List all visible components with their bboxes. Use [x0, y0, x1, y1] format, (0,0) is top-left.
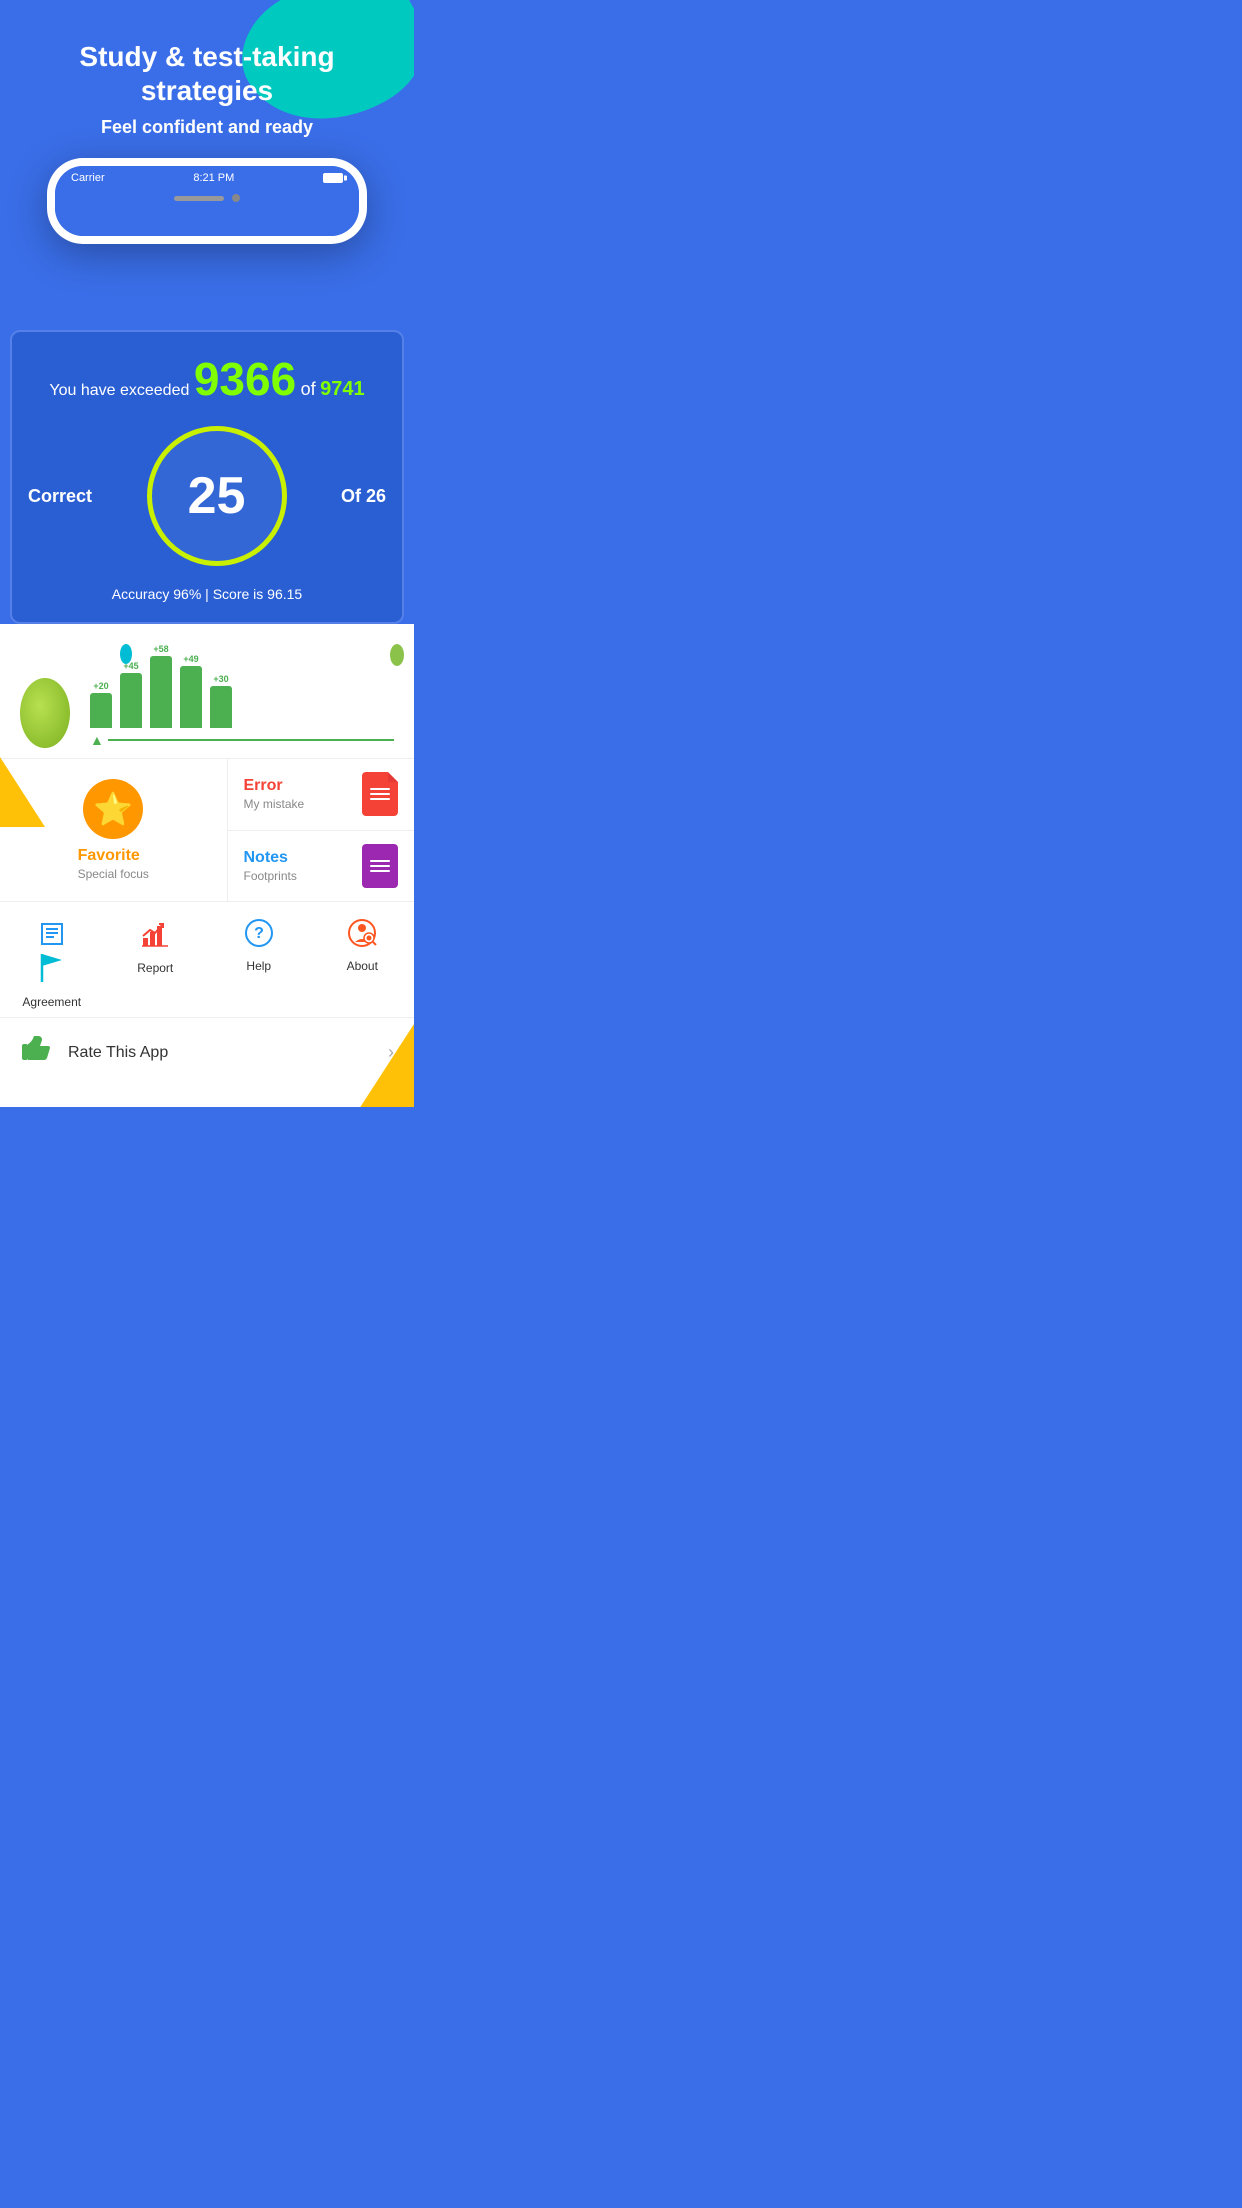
nav-label-help: Help [246, 959, 271, 973]
error-doc-lines [370, 788, 390, 800]
accuracy-text: Accuracy 96% | Score is 96.15 [28, 586, 386, 602]
doc-line-2 [370, 793, 390, 795]
agreement-icon [36, 918, 68, 950]
nav-label-about: About [347, 959, 378, 973]
error-label: Error [244, 777, 305, 795]
time-label: 8:21 PM [193, 172, 234, 184]
nav-item-agreement[interactable]: Agreement [0, 918, 104, 1009]
correct-label: Correct [28, 486, 92, 507]
feature-right-column: Error My mistake Notes [228, 759, 415, 901]
error-feature[interactable]: Error My mistake [228, 759, 415, 831]
score-value: 25 [188, 466, 246, 526]
green-dot-right [390, 644, 404, 666]
notes-feature[interactable]: Notes Footprints [228, 831, 415, 902]
bar-label-3: +58 [153, 644, 168, 654]
of-label: of [301, 379, 316, 399]
bar-item-2: +45 [120, 661, 142, 728]
rate-app-label: Rate This App [68, 1044, 372, 1062]
total-number: 9741 [320, 378, 365, 400]
star-symbol: ⭐ [93, 790, 133, 828]
bar-5 [210, 686, 232, 728]
bar-item-3: +58 [150, 644, 172, 728]
thumbs-up-icon [20, 1034, 52, 1071]
carrier-label: Carrier [71, 172, 105, 184]
notes-text-container: Notes Footprints [244, 849, 297, 883]
notes-doc-icon [362, 844, 398, 888]
exceeded-number: 9366 [194, 353, 296, 405]
of-total-label: Of 26 [341, 486, 386, 507]
yellow-triangle-right [359, 1024, 414, 1107]
bar-label-5: +30 [213, 674, 228, 684]
bar-label-1: +20 [93, 681, 108, 691]
oval-decoration [20, 678, 70, 748]
error-text-container: Error My mistake [244, 777, 305, 811]
favorite-sublabel: Special focus [78, 867, 149, 881]
notes-line-1 [370, 860, 390, 862]
yellow-triangle-left [0, 757, 45, 827]
score-middle: Correct 25 Of 26 [28, 426, 386, 566]
nav-item-help[interactable]: ? Help [207, 918, 311, 1009]
bar-item-4: +49 [180, 654, 202, 728]
bar-4 [180, 666, 202, 728]
favorite-label: Favorite [78, 847, 149, 865]
bottom-nav: Agreement Report [0, 902, 414, 1018]
content-section: +20 +45 +58 +49 [0, 624, 414, 1107]
bar-2 [120, 673, 142, 728]
error-sublabel: My mistake [244, 797, 305, 811]
score-card: You have exceeded 9366 of 9741 Correct 2… [10, 330, 404, 624]
bar-chart: +20 +45 +58 +49 [90, 644, 394, 748]
report-icon [141, 918, 169, 955]
phone-mockup: Carrier 8:21 PM [47, 158, 367, 244]
score-circle: 25 [147, 426, 287, 566]
phone-status-bar: Carrier 8:21 PM [55, 166, 359, 190]
phone-camera [232, 194, 240, 202]
agreement-flag-icon [38, 952, 66, 989]
hero-title: Study & test-taking strategies [20, 40, 394, 107]
bar-item-5: +30 [210, 674, 232, 728]
bar-1 [90, 693, 112, 728]
chart-row: +20 +45 +58 +49 [0, 624, 414, 759]
bar-label-4: +49 [183, 654, 198, 664]
rate-app-row[interactable]: Rate This App › [0, 1018, 414, 1087]
svg-text:?: ? [254, 925, 264, 942]
bar-item-1: +20 [90, 681, 112, 728]
nav-label-agreement: Agreement [22, 995, 81, 1009]
star-icon: ⭐ [83, 779, 143, 839]
about-icon [347, 918, 377, 953]
battery-icon [323, 173, 343, 183]
phone-speaker [174, 196, 224, 201]
notes-sublabel: Footprints [244, 869, 297, 883]
hero-subtitle: Feel confident and ready [20, 117, 394, 138]
notes-doc-lines [370, 860, 390, 872]
nav-label-report: Report [137, 961, 173, 975]
feature-row: ⭐ Favorite Special focus Error My mistak… [0, 759, 414, 902]
bar-label-2: +45 [123, 661, 138, 671]
phone-notch [55, 190, 359, 206]
doc-line-3 [370, 798, 390, 800]
exceeded-text: You have exceeded 9366 of 9741 [28, 352, 386, 406]
nav-item-about[interactable]: About [311, 918, 415, 1009]
notes-line-2 [370, 865, 390, 867]
help-icon: ? [244, 918, 274, 953]
notes-line-3 [370, 870, 390, 872]
exceeded-label: You have exceeded [49, 382, 189, 399]
favorite-label-container: Favorite Special focus [78, 847, 149, 881]
error-doc-icon [362, 772, 398, 816]
nav-item-report[interactable]: Report [104, 918, 208, 1009]
bar-3 [150, 656, 172, 728]
notes-label: Notes [244, 849, 297, 867]
doc-line-1 [370, 788, 390, 790]
